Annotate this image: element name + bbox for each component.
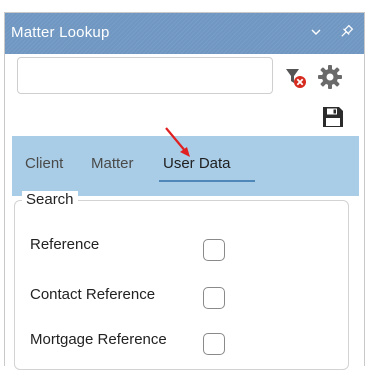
save-icon[interactable] [322,106,344,128]
panel-title: Matter Lookup [11,24,110,41]
search-group-legend: Search [22,191,78,208]
active-tab-indicator [159,180,255,182]
mortgage-reference-label: Mortgage Reference [30,331,167,348]
gear-icon[interactable] [317,64,343,90]
tab-client[interactable]: Client [25,155,63,172]
chevron-down-icon[interactable] [309,25,323,39]
contact-reference-label: Contact Reference [30,286,156,303]
reference-label: Reference [30,236,100,253]
reference-checkbox[interactable] [203,239,225,261]
panel-titlebar: Matter Lookup [5,13,364,54]
mortgage-reference-checkbox[interactable] [203,333,225,355]
pin-icon[interactable] [338,24,354,40]
tab-matter[interactable]: Matter [91,155,134,172]
contact-reference-checkbox[interactable] [203,287,225,309]
search-input[interactable] [17,57,273,94]
annotation-arrow [165,127,190,157]
filter-clear-icon[interactable] [285,67,307,89]
